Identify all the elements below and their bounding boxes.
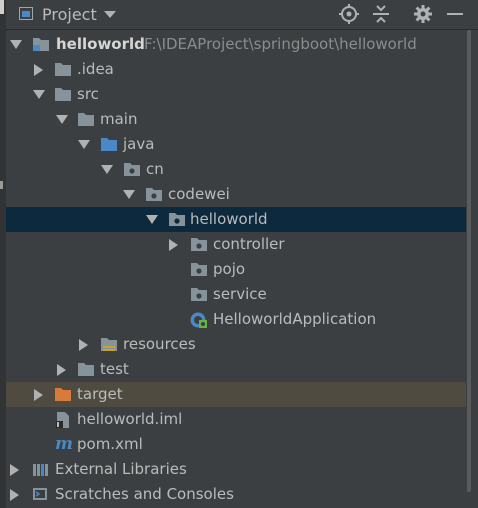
libraries-icon: [32, 461, 50, 477]
folder-icon: [77, 361, 95, 377]
tree-item-label: External Libraries: [55, 460, 187, 478]
tree-item-label: helloworld.iml: [77, 410, 183, 428]
tool-strip-marker: [0, 0, 4, 14]
tree-item-pojo[interactable]: pojo: [6, 257, 466, 282]
expand-arrow-icon[interactable]: [33, 90, 45, 99]
tree-item-idea[interactable]: .idea: [6, 57, 466, 82]
tree-item-helloworld-module[interactable]: helloworld F:\IDEAProject\springboot\hel…: [6, 32, 466, 57]
tree-item-codewei[interactable]: codewei: [6, 182, 466, 207]
collapse-all-icon[interactable]: [370, 3, 392, 25]
tree-item-helloworld-application[interactable]: HelloworldApplication: [6, 307, 466, 332]
collapsed-arrow-icon[interactable]: [34, 389, 43, 401]
package-icon: [190, 261, 208, 277]
folder-icon: [54, 86, 72, 102]
collapsed-arrow-icon[interactable]: [57, 364, 66, 376]
folder-icon: [54, 61, 72, 77]
hide-minimize-icon[interactable]: [444, 3, 466, 25]
spring-boot-class-icon: [190, 311, 208, 328]
excluded-folder-icon: [54, 386, 72, 402]
expand-arrow-icon[interactable]: [78, 140, 90, 149]
collapsed-arrow-icon[interactable]: [10, 489, 19, 501]
package-icon: [190, 236, 208, 252]
tree-item-label: pom.xml: [77, 435, 143, 453]
tree-item-label: codewei: [168, 185, 230, 203]
scratches-icon: [32, 486, 50, 502]
tree-item-label: target: [77, 385, 123, 403]
settings-gear-icon[interactable]: [412, 3, 434, 25]
tree-item-cn[interactable]: cn: [6, 157, 466, 182]
tree-item-label: java: [123, 135, 155, 153]
expand-arrow-icon[interactable]: [123, 190, 135, 199]
module-folder-icon: [32, 36, 50, 52]
svg-text:m: m: [55, 434, 73, 452]
tool-strip-marker: [0, 181, 3, 189]
tree-item-test[interactable]: test: [6, 357, 466, 382]
source-root-folder-icon: [100, 136, 118, 152]
project-tree: helloworld F:\IDEAProject\springboot\hel…: [6, 30, 466, 508]
tree-item-label: src: [77, 85, 99, 103]
tree-item-label: HelloworldApplication: [213, 310, 377, 328]
tree-item-service[interactable]: service: [6, 282, 466, 307]
tree-item-scratches-and-consoles[interactable]: Scratches and Consoles: [6, 482, 466, 507]
tree-item-resources[interactable]: resources: [6, 332, 466, 357]
tool-window-header: Project: [6, 0, 478, 30]
tree-item-pom-xml[interactable]: m pom.xml: [6, 432, 466, 457]
maven-pom-icon: m: [54, 434, 76, 452]
package-icon: [123, 161, 141, 177]
resources-root-folder-icon: [100, 336, 118, 352]
vertical-scrollbar[interactable]: [467, 30, 471, 492]
collapsed-arrow-icon[interactable]: [10, 464, 19, 476]
view-title[interactable]: Project: [42, 5, 97, 24]
expand-arrow-icon[interactable]: [101, 165, 113, 174]
folder-icon: [77, 111, 95, 127]
tree-item-target[interactable]: target: [6, 382, 466, 407]
tree-item-label: Scratches and Consoles: [55, 485, 234, 503]
tree-item-label: resources: [123, 335, 196, 353]
tree-item-label: test: [100, 360, 129, 378]
tree-item-label: pojo: [213, 260, 246, 278]
tree-item-label: main: [100, 110, 138, 128]
collapsed-arrow-icon[interactable]: [79, 339, 88, 351]
tree-item-helloworld-iml[interactable]: helloworld.iml: [6, 407, 466, 432]
tree-item-helloworld-package[interactable]: helloworld: [6, 207, 466, 232]
locate-icon[interactable]: [338, 3, 360, 25]
tree-item-java[interactable]: java: [6, 132, 466, 157]
package-icon: [190, 286, 208, 302]
package-icon: [145, 186, 163, 202]
project-view-icon: [19, 7, 33, 20]
tree-item-label: cn: [146, 160, 164, 178]
tree-item-controller[interactable]: controller: [6, 232, 466, 257]
expand-arrow-icon[interactable]: [146, 215, 158, 224]
tree-item-src[interactable]: src: [6, 82, 466, 107]
chevron-down-icon[interactable]: [104, 11, 116, 18]
expand-arrow-icon[interactable]: [10, 40, 22, 49]
iml-file-icon: [54, 411, 72, 428]
module-path: F:\IDEAProject\springboot\helloworld: [144, 35, 417, 53]
tree-item-label: helloworld: [190, 210, 268, 228]
tree-item-label: service: [213, 285, 267, 303]
collapsed-arrow-icon[interactable]: [34, 64, 43, 76]
tree-item-label: controller: [213, 235, 285, 253]
collapsed-arrow-icon[interactable]: [169, 239, 178, 251]
tree-item-main[interactable]: main: [6, 107, 466, 132]
expand-arrow-icon[interactable]: [56, 115, 68, 124]
package-icon: [168, 211, 186, 227]
tree-item-label: helloworld: [56, 35, 145, 53]
project-tool-window: Project helloworld F:\IDEAProject\spring…: [0, 0, 478, 508]
tree-item-external-libraries[interactable]: External Libraries: [6, 457, 466, 482]
tree-item-label: .idea: [77, 60, 114, 78]
